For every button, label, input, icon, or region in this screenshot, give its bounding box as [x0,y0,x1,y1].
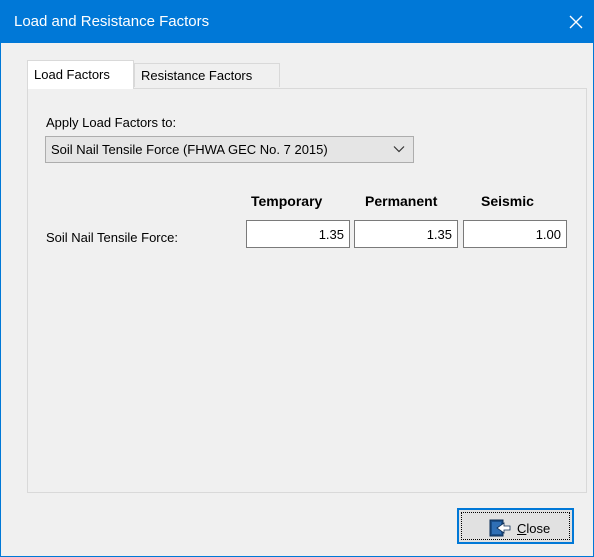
close-button[interactable]: Close [457,508,574,544]
seismic-factor-input[interactable] [463,220,567,248]
column-header-permanent: Permanent [365,193,438,209]
soil-nail-tensile-force-label: Soil Nail Tensile Force: [46,230,178,245]
tab-load-factors[interactable]: Load Factors [27,60,134,89]
apply-load-factors-dropdown[interactable]: Soil Nail Tensile Force (FHWA GEC No. 7 … [45,136,414,163]
chevron-down-icon [393,146,405,153]
dropdown-selected-value: Soil Nail Tensile Force (FHWA GEC No. 7 … [51,142,328,157]
exit-door-icon [489,519,511,537]
close-button-content: Close [489,519,550,537]
tab-load-factors-label: Load Factors [34,67,110,82]
dialog-window: Load and Resistance Factors Load Factors… [0,0,594,557]
window-title: Load and Resistance Factors [14,13,210,30]
temporary-factor-input[interactable] [246,220,350,248]
close-button-label-rest: lose [526,520,551,536]
column-header-temporary: Temporary [251,193,323,209]
tab-resistance-factors-label: Resistance Factors [141,68,253,83]
window-close-button[interactable] [557,0,594,43]
tab-resistance-factors[interactable]: Resistance Factors [134,63,280,87]
permanent-factor-input[interactable] [354,220,458,248]
title-bar: Load and Resistance Factors [1,0,594,43]
column-header-seismic: Seismic [481,193,534,209]
close-button-label: Close [517,521,550,536]
close-icon [569,15,583,28]
close-button-mnemonic: C [517,520,527,536]
apply-load-factors-label: Apply Load Factors to: [46,115,177,130]
